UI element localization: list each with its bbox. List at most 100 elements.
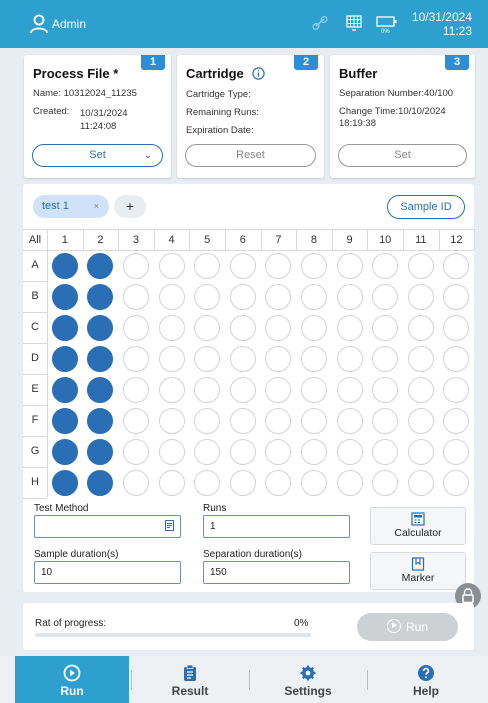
well-A12[interactable] [443, 252, 470, 279]
well-F2[interactable] [87, 407, 114, 434]
row-header-F[interactable]: F [23, 414, 47, 426]
well-G1[interactable] [51, 438, 78, 465]
well-B11[interactable] [407, 283, 434, 310]
well-G4[interactable] [158, 438, 185, 465]
column-header-3[interactable]: 3 [118, 234, 154, 246]
well-A7[interactable] [265, 252, 292, 279]
well-G7[interactable] [265, 438, 292, 465]
column-header-11[interactable]: 11 [403, 234, 439, 246]
column-header-4[interactable]: 4 [154, 234, 190, 246]
well-E12[interactable] [443, 376, 470, 403]
well-F12[interactable] [443, 407, 470, 434]
well-G5[interactable] [194, 438, 221, 465]
marker-button[interactable]: Marker [370, 552, 466, 590]
well-F7[interactable] [265, 407, 292, 434]
well-B12[interactable] [443, 283, 470, 310]
well-B8[interactable] [301, 283, 327, 310]
row-header-D[interactable]: D [23, 352, 47, 364]
well-G8[interactable] [301, 438, 327, 465]
well-A9[interactable] [336, 252, 363, 279]
well-G10[interactable] [372, 438, 399, 465]
well-A8[interactable] [301, 252, 327, 279]
well-C7[interactable] [265, 314, 292, 341]
well-C6[interactable] [229, 314, 256, 341]
well-F10[interactable] [372, 407, 399, 434]
well-C12[interactable] [443, 314, 470, 341]
row-header-G[interactable]: G [23, 445, 47, 457]
test-method-field[interactable] [34, 515, 181, 538]
well-F5[interactable] [194, 407, 221, 434]
calculator-button[interactable]: Calculator [370, 507, 466, 545]
row-header-C[interactable]: C [23, 321, 47, 333]
well-F3[interactable] [123, 407, 149, 434]
well-B3[interactable] [123, 283, 149, 310]
column-header-1[interactable]: 1 [47, 234, 83, 246]
well-G2[interactable] [87, 438, 114, 465]
well-E4[interactable] [158, 376, 185, 403]
row-header-H[interactable]: H [23, 476, 47, 488]
user-name[interactable]: Admin [52, 17, 86, 31]
well-D2[interactable] [87, 345, 114, 372]
column-header-5[interactable]: 5 [189, 234, 225, 246]
nav-settings[interactable]: Settings [251, 656, 365, 703]
well-A10[interactable] [372, 252, 399, 279]
well-B1[interactable] [51, 283, 78, 310]
sample-duration-field[interactable]: 10 [34, 561, 181, 584]
well-C9[interactable] [336, 314, 363, 341]
nav-help[interactable]: Help [369, 656, 483, 703]
well-H1[interactable] [51, 469, 78, 496]
well-C4[interactable] [158, 314, 185, 341]
column-header-7[interactable]: 7 [261, 234, 297, 246]
well-D6[interactable] [229, 345, 256, 372]
close-icon[interactable]: × [94, 195, 99, 218]
well-E1[interactable] [51, 376, 78, 403]
well-H2[interactable] [87, 469, 114, 496]
well-E11[interactable] [407, 376, 434, 403]
well-A6[interactable] [229, 252, 256, 279]
well-H10[interactable] [372, 469, 399, 496]
well-A1[interactable] [51, 252, 78, 279]
add-tab-button[interactable]: + [114, 195, 146, 218]
well-F11[interactable] [407, 407, 434, 434]
well-F6[interactable] [229, 407, 256, 434]
well-H6[interactable] [229, 469, 256, 496]
well-F9[interactable] [336, 407, 363, 434]
sample-tab[interactable]: test 1 × [33, 195, 109, 218]
well-C1[interactable] [51, 314, 78, 341]
column-header-8[interactable]: 8 [296, 234, 332, 246]
well-H7[interactable] [265, 469, 292, 496]
well-G11[interactable] [407, 438, 434, 465]
column-header-6[interactable]: 6 [225, 234, 261, 246]
cartridge-reset-button[interactable]: Reset [185, 144, 316, 167]
row-header-B[interactable]: B [23, 290, 47, 302]
well-H4[interactable] [158, 469, 185, 496]
well-F8[interactable] [301, 407, 327, 434]
well-C8[interactable] [301, 314, 327, 341]
column-header-12[interactable]: 12 [439, 234, 475, 246]
nav-run[interactable]: Run [15, 656, 129, 703]
well-H8[interactable] [301, 469, 327, 496]
buffer-set-button[interactable]: Set [338, 144, 467, 167]
well-B9[interactable] [336, 283, 363, 310]
separation-duration-field[interactable]: 150 [203, 561, 350, 584]
well-C11[interactable] [407, 314, 434, 341]
well-B6[interactable] [229, 283, 256, 310]
well-A5[interactable] [194, 252, 221, 279]
well-D12[interactable] [443, 345, 470, 372]
column-header-2[interactable]: 2 [83, 234, 119, 246]
row-header-A[interactable]: A [23, 259, 47, 271]
well-E6[interactable] [229, 376, 256, 403]
well-E3[interactable] [123, 376, 149, 403]
well-G3[interactable] [123, 438, 149, 465]
well-E10[interactable] [372, 376, 399, 403]
column-header-10[interactable]: 10 [367, 234, 403, 246]
user-icon[interactable] [30, 14, 48, 34]
well-G12[interactable] [443, 438, 470, 465]
well-D7[interactable] [265, 345, 292, 372]
well-H12[interactable] [443, 469, 470, 496]
well-E5[interactable] [194, 376, 221, 403]
sample-id-button[interactable]: Sample ID [387, 195, 465, 219]
well-G9[interactable] [336, 438, 363, 465]
well-F4[interactable] [158, 407, 185, 434]
well-D8[interactable] [301, 345, 327, 372]
